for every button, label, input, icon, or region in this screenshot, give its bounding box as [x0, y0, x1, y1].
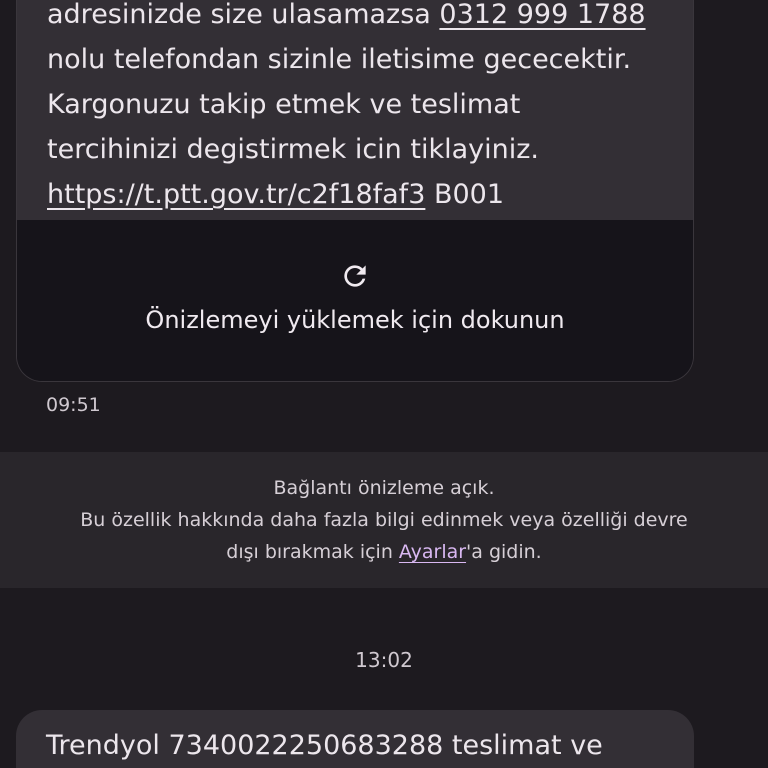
message-line: adresinizde size ulasamazsa 0312 999 178… — [47, 0, 663, 37]
conversation-screen[interactable]: adresinizde size ulasamazsa 0312 999 178… — [0, 0, 768, 768]
message-line: https://t.ptt.gov.tr/c2f18faf3 B001 — [47, 172, 663, 217]
message-text: Trendyol 7340022250683288 teslimat ve — [46, 730, 603, 761]
link-preview-placeholder[interactable]: Önizlemeyi yüklemek için dokunun — [17, 220, 693, 381]
date-separator-time: 13:02 — [355, 648, 413, 672]
notice-line: dışı bırakmak için Ayarlar'a gidin. — [0, 536, 768, 568]
message-bubble-incoming[interactable]: Trendyol 7340022250683288 teslimat ve — [16, 710, 694, 768]
phone-number-link[interactable]: 0312 999 1788 — [439, 0, 645, 30]
notice-text: 'a gidin. — [466, 541, 542, 563]
url-link[interactable]: https://t.ptt.gov.tr/c2f18faf3 — [47, 179, 425, 210]
message-timestamp: 09:51 — [46, 394, 101, 416]
message-line: tercihinizi degistirmek icin tiklayiniz. — [47, 134, 539, 165]
notice-text: dışı bırakmak için — [226, 541, 399, 563]
settings-link[interactable]: Ayarlar — [399, 541, 466, 563]
message-line: nolu telefondan sizinle iletisime gecece… — [47, 44, 632, 75]
notice-line: Bu özellik hakkında daha fazla bilgi edi… — [80, 509, 688, 531]
url-suffix: B001 — [425, 179, 505, 210]
message-line: Kargonuzu takip etmek ve teslimat — [47, 89, 521, 120]
message-text: adresinizde size ulasamazsa 0312 999 178… — [17, 0, 693, 220]
message-line-text: adresinizde size ulasamazsa — [47, 0, 440, 30]
refresh-icon — [344, 265, 366, 287]
link-preview-notice: Bağlantı önizleme açık. Bu özellik hakkı… — [0, 452, 768, 588]
notice-line: Bağlantı önizleme açık. — [273, 477, 495, 499]
preview-load-label: Önizlemeyi yüklemek için dokunun — [145, 306, 565, 334]
message-bubble-incoming[interactable]: adresinizde size ulasamazsa 0312 999 178… — [16, 0, 694, 382]
